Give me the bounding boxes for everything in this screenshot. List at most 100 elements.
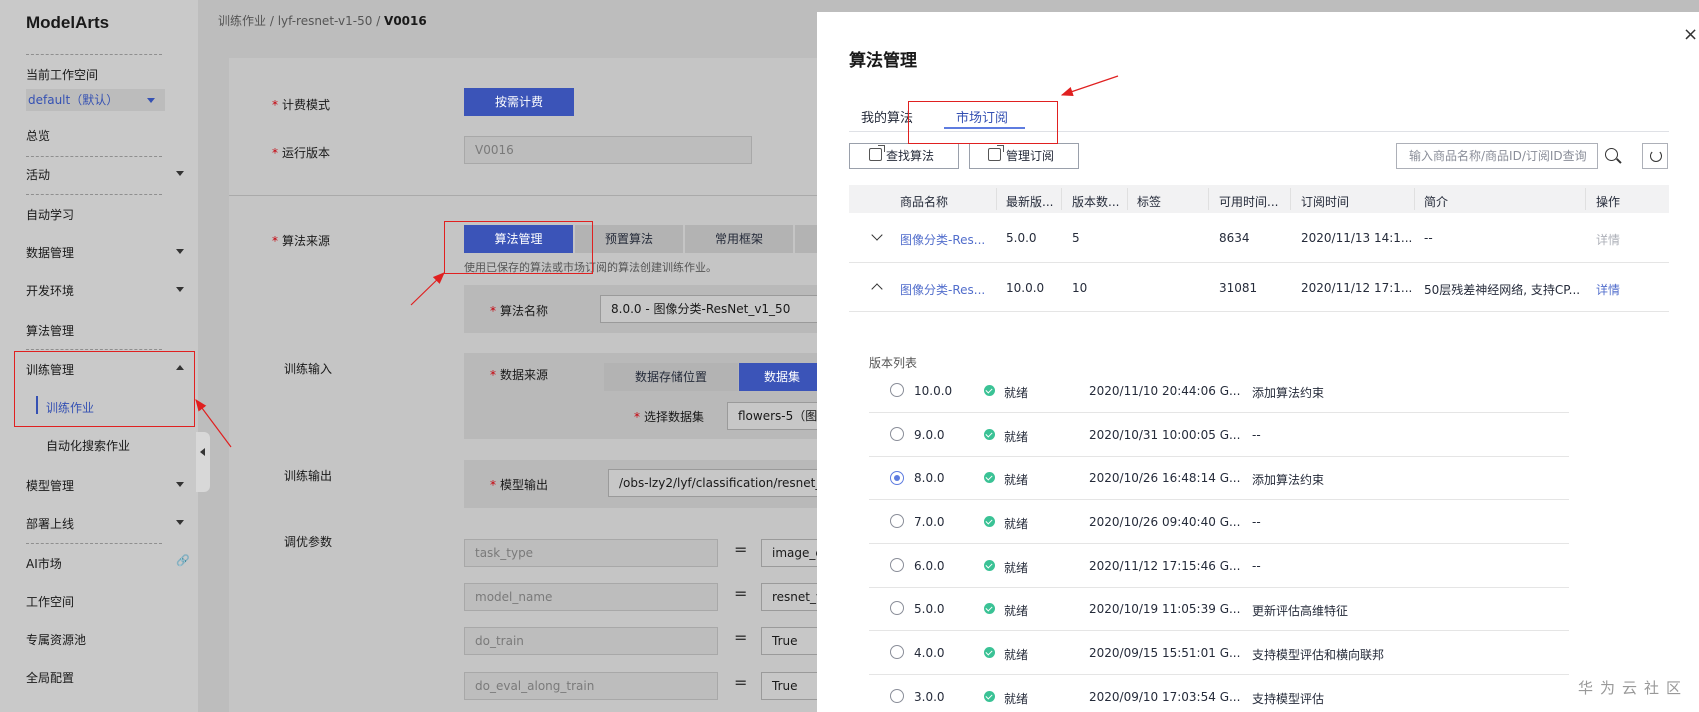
version-radio[interactable] <box>890 427 904 441</box>
version-desc: 添加算法约束 <box>1252 473 1325 487</box>
tab-my-algorithms[interactable]: 我的算法 <box>861 107 913 126</box>
sidebar-collapse-handle[interactable] <box>196 432 210 492</box>
table-cell: 2020/11/12 17:1... <box>1301 281 1413 295</box>
external-link-icon <box>869 145 885 161</box>
check-circle-icon <box>984 472 995 483</box>
version-radio[interactable] <box>890 514 904 528</box>
param-key: do_train <box>464 627 718 655</box>
nav-data-management[interactable]: 数据管理 <box>26 244 74 261</box>
nav-auto-learning[interactable]: 自动学习 <box>26 206 74 223</box>
chevron-down-icon <box>176 482 184 487</box>
version-desc: -- <box>1252 559 1261 573</box>
version-list-title: 版本列表 <box>869 356 918 370</box>
table-cell: 8634 <box>1219 231 1250 245</box>
model-output-input[interactable]: /obs-lzy2/lyf/classification/resnet_v1 <box>608 469 824 497</box>
version-radio[interactable] <box>890 601 904 615</box>
divider <box>1585 188 1586 210</box>
version-status: 就绪 <box>1004 517 1029 531</box>
param-value[interactable]: True <box>761 672 825 700</box>
divider <box>26 54 162 55</box>
version-radio[interactable] <box>890 645 904 659</box>
version-desc: 支持模型评估和横向联邦 <box>1252 648 1385 662</box>
param-value[interactable]: resnet_v <box>761 583 825 611</box>
check-circle-icon <box>984 385 995 396</box>
refresh-button[interactable] <box>1642 143 1668 169</box>
version-number: 10.0.0 <box>914 384 953 398</box>
nav-dev-env[interactable]: 开发环境 <box>26 282 74 299</box>
check-circle-icon <box>984 429 995 440</box>
version-number: 7.0.0 <box>914 515 945 529</box>
workspace-select[interactable]: default（默认） <box>26 89 165 111</box>
breadcrumb-job[interactable]: lyf-resnet-v1-50 <box>278 14 373 28</box>
nav-model-management[interactable]: 模型管理 <box>26 477 74 494</box>
equals-sign: = <box>734 628 748 647</box>
version-time: 2020/10/19 11:05:39 G... <box>1089 602 1241 616</box>
param-key: model_name <box>464 583 718 611</box>
algo-name-input[interactable]: 8.0.0 - 图像分类-ResNet_v1_50 <box>600 295 824 323</box>
close-icon[interactable]: × <box>1683 26 1698 44</box>
version-time: 2020/09/10 17:03:54 G... <box>1089 690 1241 704</box>
train-output-label: 训练输出 <box>284 469 333 483</box>
equals-sign: = <box>734 584 748 603</box>
param-value[interactable]: True <box>761 627 825 655</box>
column-header: 商品名称 <box>900 195 949 209</box>
check-circle-icon <box>984 516 995 527</box>
chevron-down-icon <box>176 520 184 525</box>
nav-workspace[interactable]: 工作空间 <box>26 593 74 610</box>
nav-deploy[interactable]: 部署上线 <box>26 515 74 532</box>
find-algorithm-button[interactable]: 查找算法 <box>849 143 959 169</box>
annotation-box <box>444 221 593 274</box>
version-number: 3.0.0 <box>914 690 945 704</box>
nav-global-config[interactable]: 全局配置 <box>26 669 74 686</box>
equals-sign: = <box>734 540 748 559</box>
nav-overview[interactable]: 总览 <box>26 127 50 144</box>
divider <box>26 156 162 157</box>
details-link[interactable]: 详情 <box>1596 281 1620 298</box>
breadcrumb-current: V0016 <box>384 14 427 28</box>
product-name-link[interactable]: 图像分类-Res... <box>900 231 985 248</box>
nav-ai-market[interactable]: AI市场 <box>26 555 62 572</box>
billing-label: * 计费模式 <box>272 98 331 112</box>
chevron-down-icon <box>176 287 184 292</box>
link-icon: 🔗 <box>176 554 190 567</box>
chevron-down-icon <box>176 249 184 254</box>
algo-tab-framework[interactable]: 常用框架 <box>685 225 793 253</box>
table-cell: 2020/11/13 14:1... <box>1301 231 1413 245</box>
divider <box>26 349 162 350</box>
version-radio[interactable] <box>890 558 904 572</box>
nav-dedicated-pool[interactable]: 专属资源池 <box>26 631 86 648</box>
nav-algorithm-management[interactable]: 算法管理 <box>26 322 74 339</box>
version-number: 8.0.0 <box>914 471 945 485</box>
external-link-icon <box>988 145 1004 161</box>
billing-on-demand-button[interactable]: 按需计费 <box>464 88 574 116</box>
version-desc: -- <box>1252 515 1261 529</box>
version-radio-selected[interactable] <box>890 471 904 485</box>
algo-source-label: * 算法来源 <box>272 234 331 248</box>
search-icon[interactable] <box>1605 148 1618 161</box>
column-header: 最新版... <box>1006 195 1054 209</box>
divider <box>869 543 1569 544</box>
version-radio[interactable] <box>890 689 904 703</box>
search-input[interactable]: 输入商品名称/商品ID/订阅ID查询 <box>1396 143 1598 169</box>
data-source-label: * 数据来源 <box>490 368 549 382</box>
breadcrumb-training-jobs[interactable]: 训练作业 <box>218 14 266 28</box>
manage-subscriptions-button[interactable]: 管理订阅 <box>969 143 1079 169</box>
details-link[interactable]: 详情 <box>1596 231 1620 248</box>
version-label: * 运行版本 <box>272 146 331 160</box>
refresh-icon <box>1650 150 1662 162</box>
product-name-link[interactable]: 图像分类-Res... <box>900 281 985 298</box>
version-time: 2020/11/12 17:15:46 G... <box>1089 559 1241 573</box>
data-source-tab-storage[interactable]: 数据存储位置 <box>604 363 738 391</box>
nav-activity[interactable]: 活动 <box>26 166 50 183</box>
column-header: 简介 <box>1424 195 1449 209</box>
divider <box>1290 188 1291 210</box>
version-input: V0016 <box>464 136 752 164</box>
table-cell: -- <box>1424 231 1433 245</box>
data-source-tab-dataset[interactable]: 数据集 <box>739 363 825 391</box>
nav-auto-search-jobs[interactable]: 自动化搜索作业 <box>46 437 130 454</box>
check-circle-icon <box>984 647 995 658</box>
param-value[interactable]: image_c <box>761 539 825 567</box>
version-radio[interactable] <box>890 383 904 397</box>
dataset-select[interactable]: flowers-5（图像 <box>727 402 825 430</box>
param-key: do_eval_along_train <box>464 672 718 700</box>
